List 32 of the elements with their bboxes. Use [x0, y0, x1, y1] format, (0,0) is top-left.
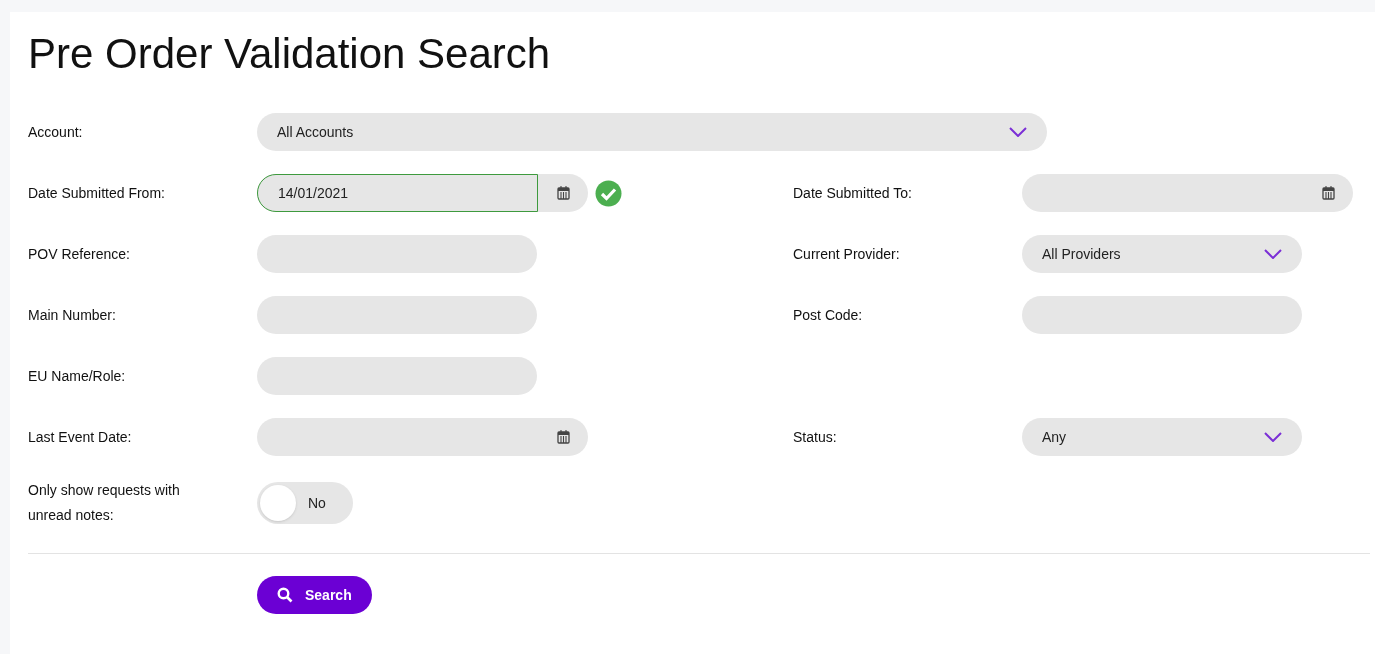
text-field[interactable] — [257, 235, 537, 273]
calendar-icon — [556, 430, 570, 444]
date-field[interactable] — [1022, 174, 1353, 212]
field-label: Post Code: — [793, 305, 864, 325]
toggle-switch[interactable]: No — [257, 482, 353, 524]
field-label: Last Event Date: — [28, 427, 133, 447]
calendar-icon — [556, 186, 570, 200]
field-label: Status: — [793, 427, 838, 447]
field-label: Current Provider: — [793, 244, 901, 264]
field-label: EU Name/Role: — [28, 366, 127, 386]
text-field[interactable] — [257, 357, 537, 395]
field-label: Account: — [28, 122, 84, 142]
check-circle-icon — [595, 179, 622, 207]
select-field[interactable]: All Providers — [1022, 235, 1302, 273]
field-label: Only show requests with unread notes: — [28, 481, 181, 525]
chevron-down-icon — [1264, 432, 1282, 442]
text-field[interactable] — [1022, 296, 1302, 334]
chevron-down-icon — [1264, 249, 1282, 259]
field-label: Date Submitted To: — [793, 183, 913, 203]
field-label: Date Submitted From: — [28, 183, 166, 203]
text-field[interactable] — [257, 296, 537, 334]
page-title: Pre Order Validation Search — [28, 29, 552, 79]
select-field[interactable]: Any — [1022, 418, 1302, 456]
calendar-icon — [1321, 186, 1335, 200]
search-icon — [277, 587, 293, 603]
search-button[interactable]: Search — [257, 576, 372, 614]
date-field[interactable] — [257, 418, 588, 456]
field-label: POV Reference: — [28, 244, 131, 264]
date-field[interactable]: 14/01/2021 — [257, 174, 588, 212]
select-field[interactable]: All Accounts — [257, 113, 1047, 151]
chevron-down-icon — [1009, 127, 1027, 137]
field-label: Main Number: — [28, 305, 117, 325]
